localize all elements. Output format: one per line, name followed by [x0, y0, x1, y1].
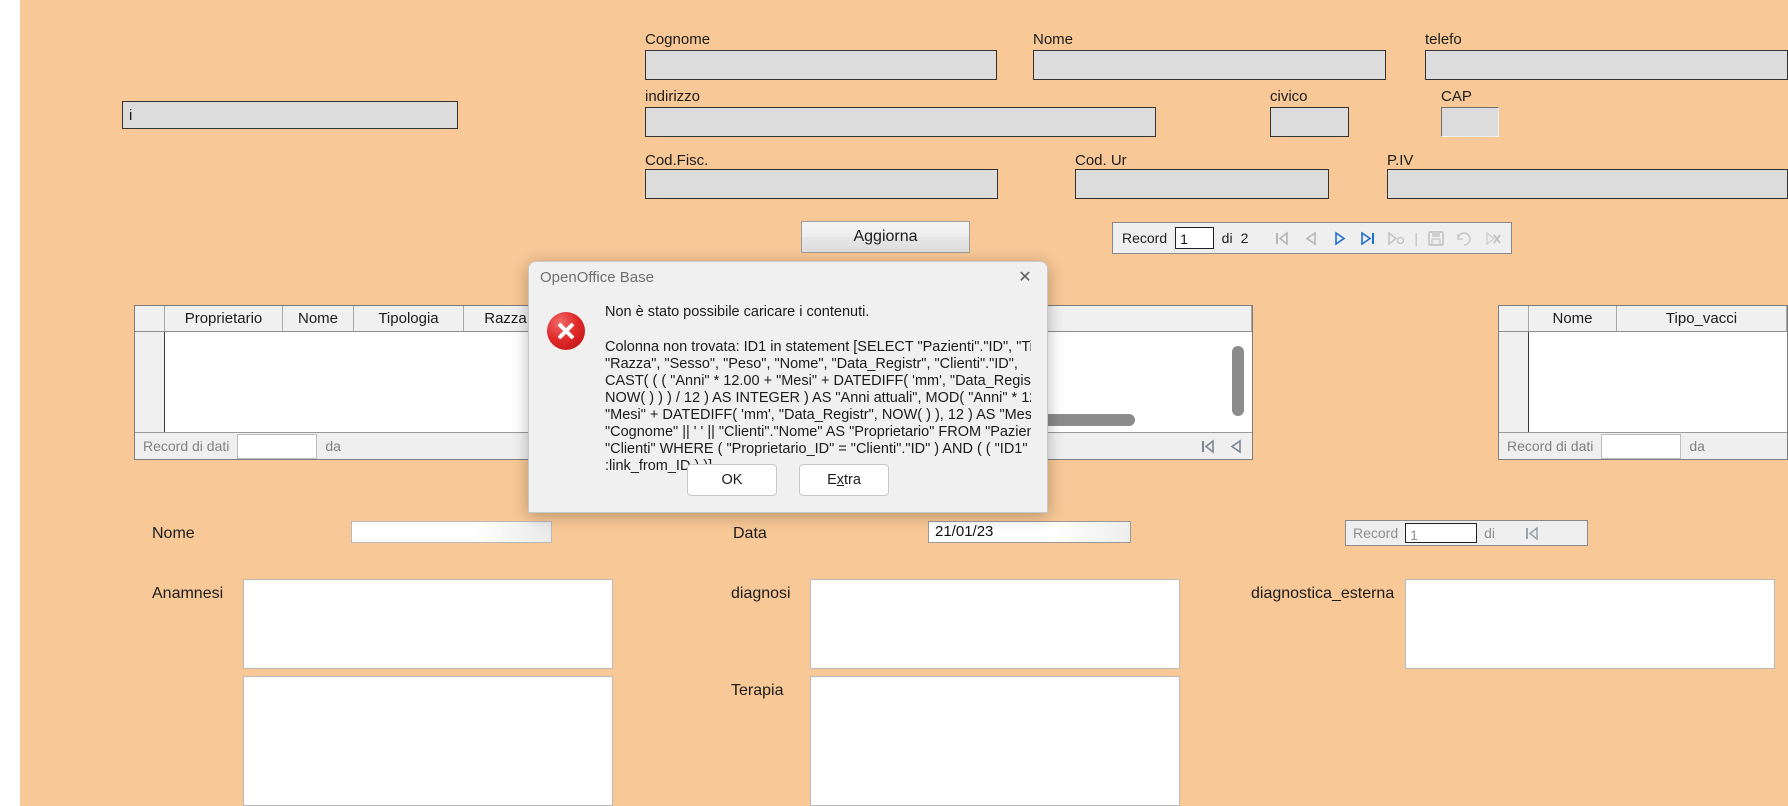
edge-scroll-hint [1783, 690, 1786, 702]
cap-field[interactable] [1441, 107, 1499, 137]
patients-grid-vertical-scrollbar[interactable] [1232, 346, 1244, 416]
visit-record-navigation[interactable]: Record 1 di [1345, 520, 1588, 546]
visit-data-field[interactable]: 21/01/23 [928, 521, 1131, 543]
label-cod-ur: Cod. Ur [1075, 152, 1127, 169]
column-header-tipologia[interactable]: Tipologia [354, 306, 464, 331]
civico-field[interactable] [1270, 107, 1349, 137]
label-cognome: Cognome [645, 31, 711, 48]
aggiorna-button[interactable]: Aggiorna [801, 221, 970, 253]
vaccines-grid-gutter [1499, 332, 1529, 433]
diagnostica-esterna-textarea[interactable] [1405, 579, 1775, 669]
cognome-field[interactable] [645, 50, 997, 80]
vaccines-records-label: Record di dati [1507, 438, 1594, 454]
first-record-icon[interactable] [1524, 525, 1543, 542]
label-diagnostica-esterna: diagnostica_esterna [1251, 585, 1395, 602]
vaccines-grid-body[interactable] [1499, 332, 1787, 433]
close-icon[interactable]: ✕ [1003, 262, 1047, 292]
visit-extra-textarea[interactable] [243, 676, 613, 806]
first-record-icon[interactable] [1200, 438, 1219, 455]
codfisc-field[interactable] [645, 169, 998, 199]
cod-ur-field[interactable] [1075, 169, 1329, 199]
extra-button-prefix: E [827, 472, 837, 488]
extra-button-suffix: tra [844, 472, 861, 488]
label-nome: Nome [1033, 31, 1074, 48]
owner-record-navigation[interactable]: Record 1 di 2 | [1112, 222, 1512, 254]
row-header-cell [135, 306, 165, 331]
record-label: Record [1353, 525, 1399, 541]
patients-footer-nav [1200, 438, 1252, 455]
patients-records-input[interactable] [237, 433, 318, 459]
record-count: 2 [1240, 230, 1249, 246]
anamnesi-textarea[interactable] [243, 579, 613, 669]
extra-button[interactable]: Ex tra [799, 464, 889, 496]
application-window: i Cognome Nome telefo indirizzo civico C… [0, 0, 1788, 806]
search-input-value: i [129, 107, 133, 124]
label-indirizzo: indirizzo [645, 88, 701, 105]
label-diagnosi: diagnosi [731, 585, 791, 602]
error-icon [547, 312, 585, 350]
column-header-nome[interactable]: Nome [283, 306, 354, 331]
label-cap: CAP [1441, 88, 1472, 105]
label-anamnesi: Anamnesi [152, 585, 224, 602]
undo-record-icon[interactable] [1455, 230, 1474, 247]
column-header-tipo-vaccino[interactable]: Tipo_vacci [1617, 306, 1787, 331]
previous-record-icon[interactable] [1302, 230, 1321, 247]
piva-field[interactable] [1387, 169, 1788, 199]
previous-record-icon[interactable] [1227, 438, 1246, 455]
save-record-icon[interactable] [1427, 230, 1446, 247]
nome-field[interactable] [1033, 50, 1386, 80]
label-terapia: Terapia [731, 682, 784, 699]
delete-record-icon[interactable] [1483, 230, 1502, 247]
new-record-icon[interactable] [1386, 230, 1405, 247]
left-margin-strip [0, 0, 20, 806]
telefono-field[interactable] [1425, 50, 1788, 80]
indirizzo-field[interactable] [645, 107, 1156, 137]
first-record-icon[interactable] [1274, 230, 1293, 247]
column-header-nome[interactable]: Nome [1529, 306, 1617, 331]
vaccines-grid-header: Nome Tipo_vacci [1499, 306, 1787, 332]
dialog-title-bar: OpenOffice Base ✕ [529, 262, 1047, 292]
ok-button[interactable]: OK [687, 464, 777, 496]
error-dialog: OpenOffice Base ✕ Non è stato possibile … [528, 261, 1048, 513]
record-nav-icons: | [1274, 230, 1502, 247]
label-visit-nome: Nome [152, 525, 195, 542]
dialog-body: Non è stato possibile caricare i contenu… [529, 292, 1047, 475]
record-label: Record [1122, 230, 1168, 246]
label-civico: civico [1270, 88, 1308, 105]
label-telefono: telefo [1425, 31, 1462, 48]
vaccines-records-of-label: da [1689, 438, 1705, 454]
terapia-textarea[interactable] [810, 676, 1180, 806]
extra-button-mnemonic: x [836, 472, 844, 488]
toolbar-separator: | [1414, 230, 1418, 246]
patients-records-of-label: da [325, 438, 341, 454]
row-header-cell [1499, 306, 1529, 331]
label-visit-data: Data [733, 525, 767, 542]
vaccines-grid[interactable]: Nome Tipo_vacci Record di dati da [1498, 305, 1788, 460]
vaccines-grid-footer: Record di dati da [1499, 432, 1787, 459]
next-record-icon[interactable] [1330, 230, 1349, 247]
column-header-proprietario[interactable]: Proprietario [165, 306, 283, 331]
dialog-message-heading: Non è stato possibile caricare i contenu… [605, 304, 870, 320]
record-number-input[interactable]: 1 [1405, 523, 1478, 543]
record-of-label: di [1221, 230, 1233, 246]
visit-nome-field[interactable] [351, 521, 552, 543]
label-piva: P.IV [1387, 152, 1414, 169]
record-number-input[interactable]: 1 [1175, 227, 1214, 249]
label-codfisc: Cod.Fisc. [645, 152, 709, 169]
diagnosi-textarea[interactable] [810, 579, 1180, 669]
last-record-icon[interactable] [1358, 230, 1377, 247]
vaccines-records-input[interactable] [1601, 433, 1682, 459]
patients-grid-gutter [135, 332, 165, 433]
record-of-label: di [1484, 525, 1496, 541]
dialog-title: OpenOffice Base [540, 268, 654, 286]
patients-records-label: Record di dati [143, 438, 230, 454]
search-input[interactable]: i [122, 101, 458, 129]
dialog-buttons: OK Ex tra [529, 450, 1047, 512]
